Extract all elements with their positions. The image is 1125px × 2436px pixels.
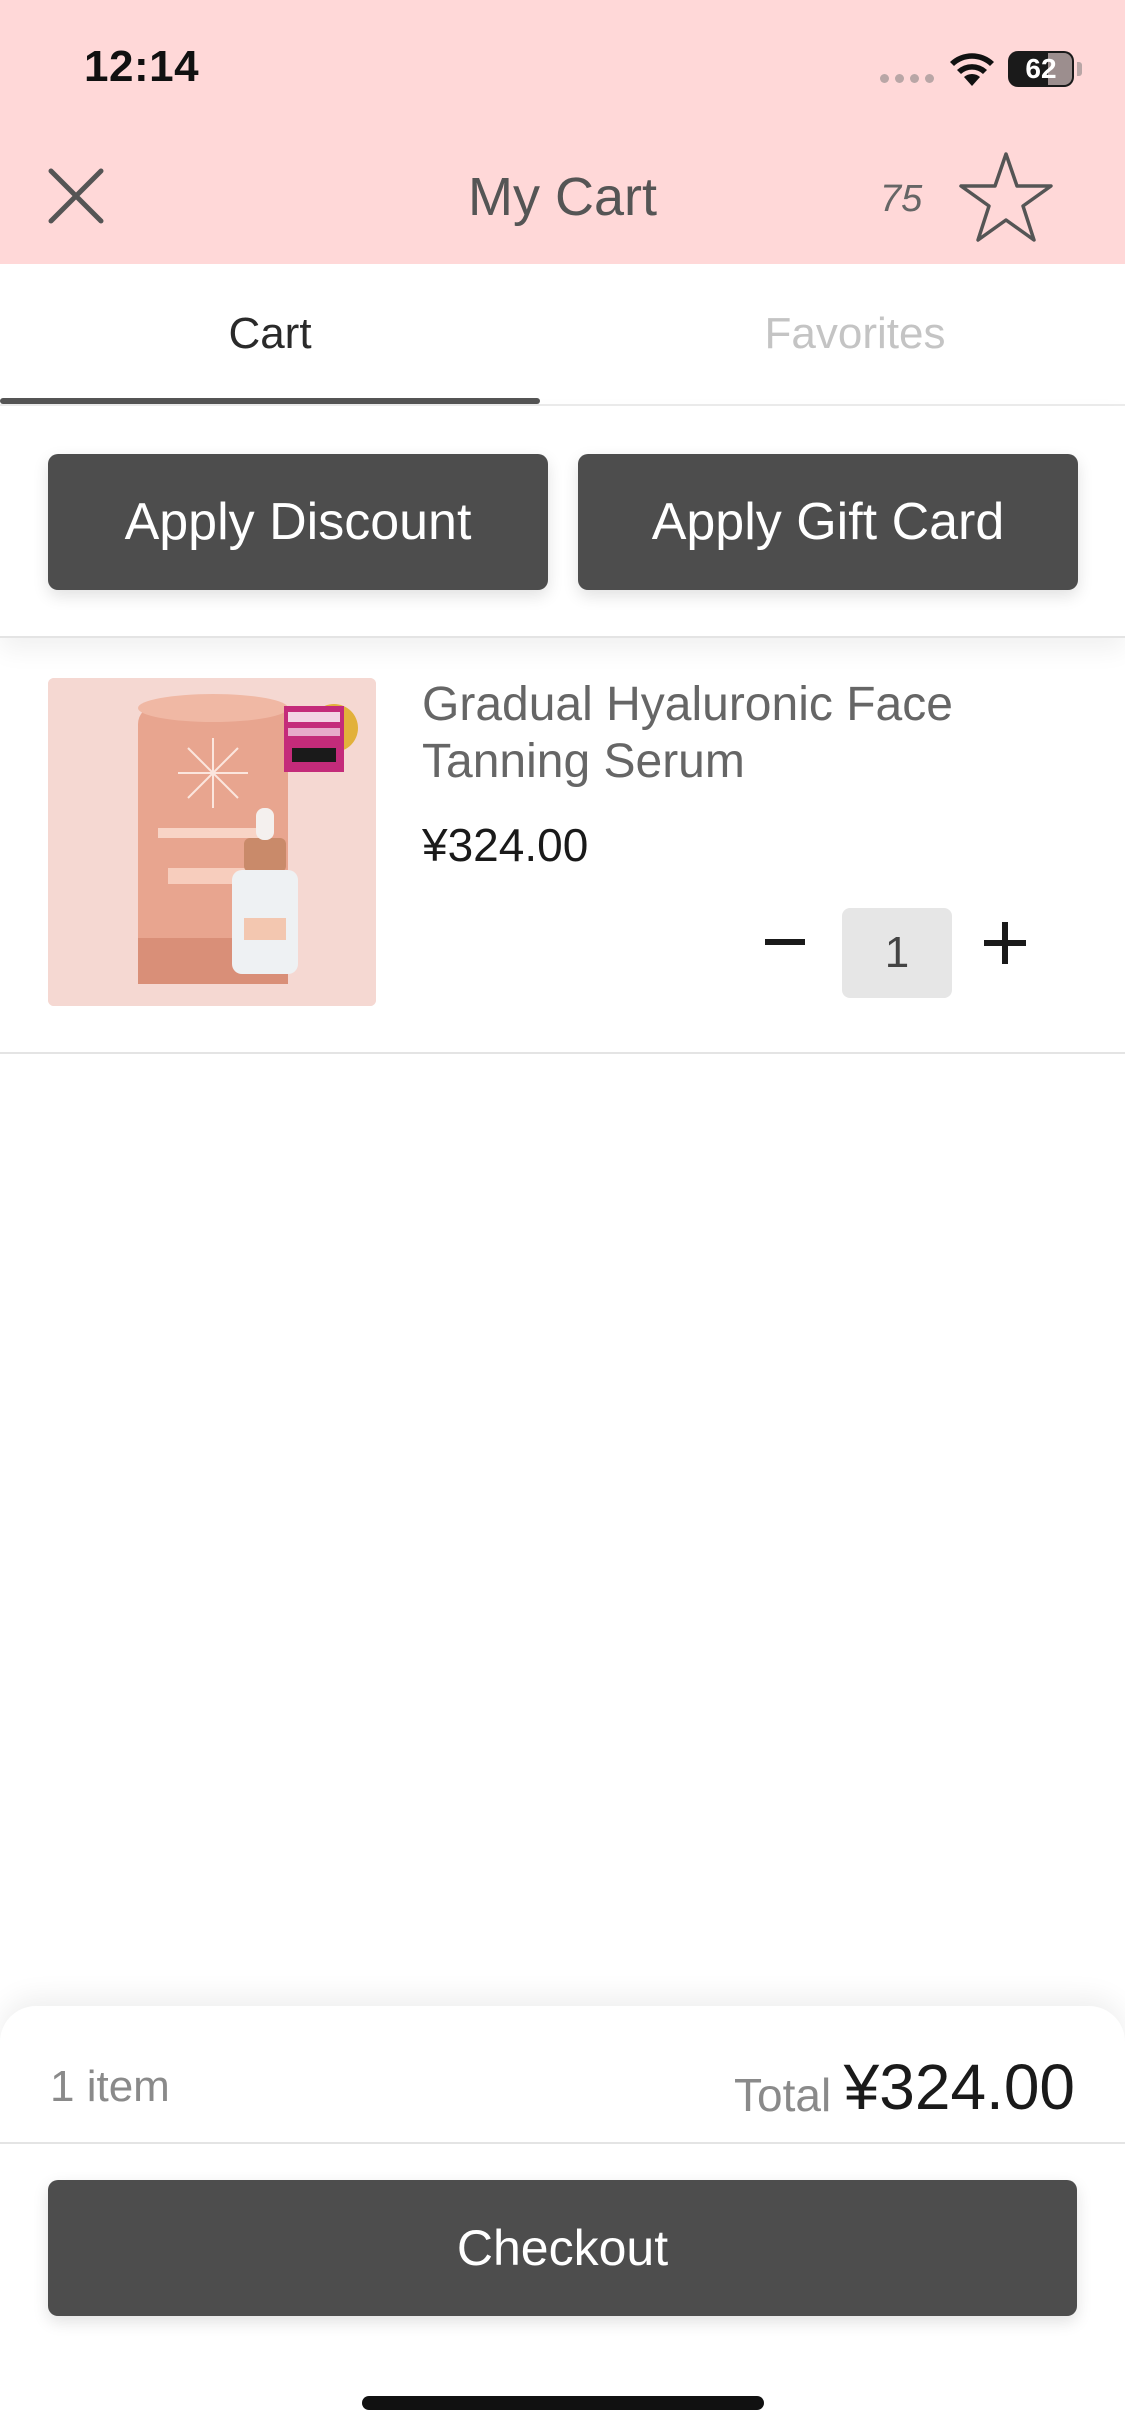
tab-favorites[interactable]: Favorites [585, 264, 1125, 404]
header-bar: 12:14 62 My Cart 75 [0, 0, 1125, 264]
battery-cap [1077, 62, 1082, 76]
points-count: 75 [880, 178, 923, 220]
cart-actions: Apply Discount Apply Gift Card [0, 406, 1125, 638]
battery-level: 62 [1025, 53, 1057, 84]
tab-bar: Cart Favorites [0, 264, 1125, 406]
wifi-icon [950, 53, 994, 86]
product-image[interactable] [48, 678, 376, 1006]
cart-summary: 1 item Total ¥324.00 Checkout [0, 2006, 1125, 2436]
tab-underline [0, 398, 540, 404]
total-amount: ¥324.00 [843, 2051, 1075, 2123]
star-icon[interactable] [956, 148, 1056, 248]
quantity-field[interactable]: 1 [842, 908, 952, 998]
tab-cart[interactable]: Cart [0, 264, 540, 404]
quantity-decrease-button[interactable] [752, 910, 818, 976]
apply-discount-button[interactable]: Apply Discount [48, 454, 548, 590]
cart-item: Gradual Hyaluronic Face Tanning Serum ¥3… [0, 638, 1125, 1054]
checkout-button[interactable]: Checkout [48, 2180, 1077, 2316]
item-count: 1 item [50, 2062, 170, 2111]
plus-icon [984, 922, 1026, 964]
status-time: 12:14 [84, 42, 200, 91]
product-illustration [48, 678, 376, 1006]
product-price: ¥324.00 [422, 819, 589, 871]
cellular-signal-icon [880, 74, 934, 83]
quantity-increase-button[interactable] [972, 910, 1038, 976]
apply-gift-card-button[interactable]: Apply Gift Card [578, 454, 1078, 590]
home-indicator [362, 2396, 764, 2410]
battery-icon: 62 [1008, 51, 1074, 87]
total-label: Total [734, 2069, 832, 2121]
divider [0, 2142, 1125, 2144]
minus-icon [765, 939, 805, 945]
product-name[interactable]: Gradual Hyaluronic Face Tanning Serum [422, 676, 1042, 790]
